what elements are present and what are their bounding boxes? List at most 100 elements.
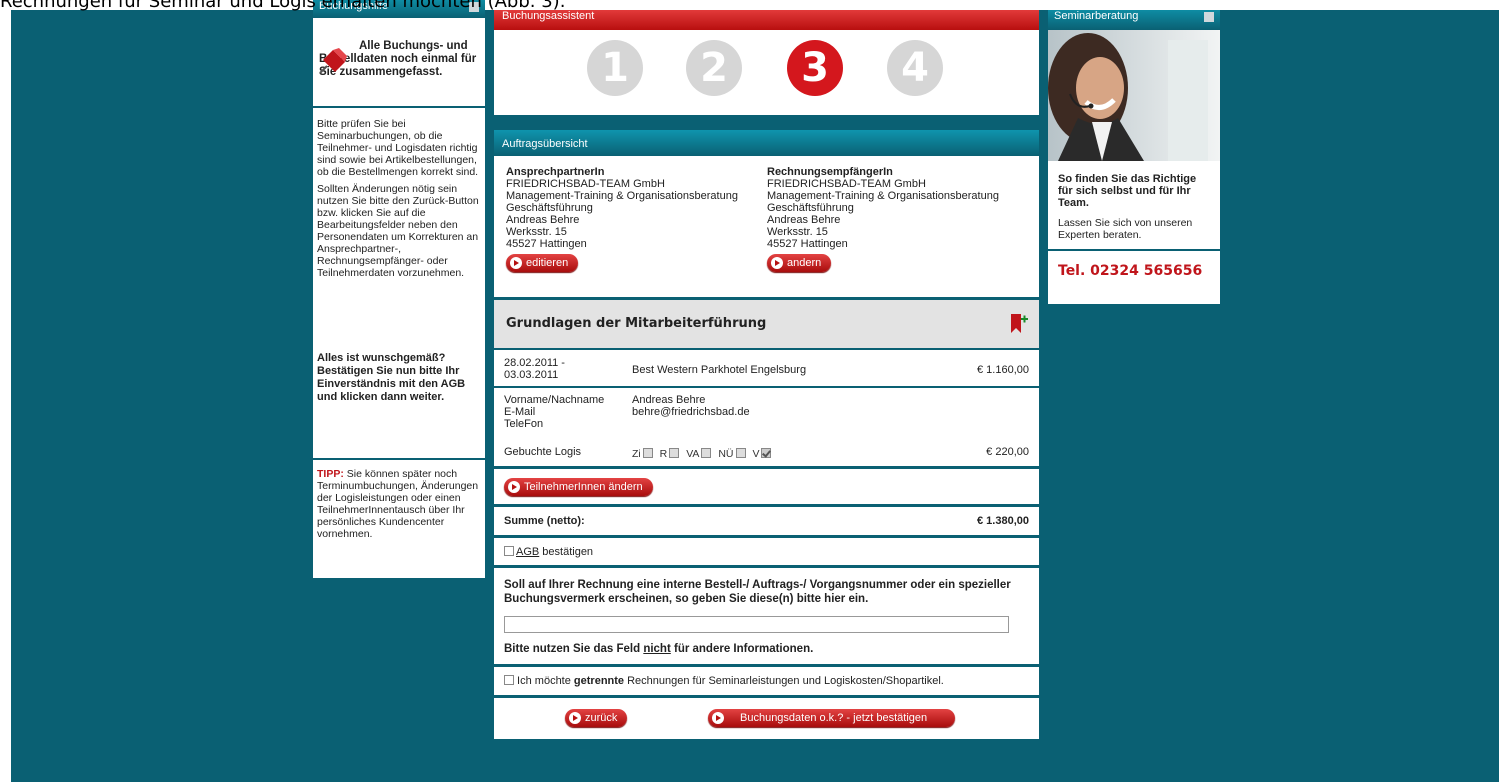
note-emphasis: nicht [643, 643, 671, 655]
booking-help-panel: Buchungshilfe Alle Buchungs- und Bestell… [313, 0, 485, 578]
seminar-hotel: Best Western Parkhotel Engelsburg [632, 364, 807, 376]
arrow-right-icon [510, 257, 522, 269]
agb-row: AGB bestätigen [494, 538, 1039, 565]
logis-zi-label: Zi [632, 448, 641, 460]
booking-help-confirm-note: Alles ist wunschgemäß? Bestätigen Sie nu… [313, 352, 485, 460]
order-number-section: Soll auf Ihrer Rechnung eine interne Bes… [494, 568, 1039, 664]
booking-assistant-panel: Buchungsassistent 1 2 3 4 Auftragsübersi… [494, 10, 1039, 757]
arrow-right-icon [712, 712, 724, 724]
order-number-note: Bitte nutzen Sie das Feld nicht für ande… [504, 643, 1029, 655]
agb-checkbox[interactable] [504, 546, 514, 556]
billing-heading: RechnungsempfängerIn [767, 166, 893, 178]
logis-v-checkbox[interactable] [761, 448, 772, 458]
sum-row: Summe (netto): € 1.380,00 [494, 507, 1039, 535]
contact-line: Geschäftsführung [506, 202, 593, 214]
billing-line: FRIEDRICHSBAD-TEAM GmbH [767, 178, 926, 190]
step-4[interactable]: 4 [887, 40, 943, 96]
confirm-booking-button[interactable]: Buchungsdaten o.k.? - jetzt bestätigen [708, 709, 956, 727]
change-participants-button[interactable]: TeilnehmerInnen ändern [504, 478, 653, 496]
navigation-row: zurück Buchungsdaten o.k.? - jetzt bestä… [494, 698, 1039, 739]
contact-block: AnsprechpartnerIn FRIEDRICHSBAD-TEAM Gmb… [506, 166, 766, 272]
pushpin-icon [319, 48, 347, 74]
logis-va-label: VA [686, 448, 700, 460]
seminar-date: 28.02.2011 - 03.03.2011 [504, 357, 565, 381]
assistant-header: Buchungsassistent [494, 10, 1039, 30]
contact-line: FRIEDRICHSBAD-TEAM GmbH [506, 178, 665, 190]
contact-line: 45527 Hattingen [506, 238, 587, 250]
seminar-price: € 1.160,00 [977, 364, 1029, 376]
agb-link[interactable]: AGB [516, 546, 539, 558]
name-value: Andreas Behre [632, 394, 706, 406]
order-overview-header: Auftragsübersicht [494, 130, 1039, 156]
logis-v-label: V [752, 448, 760, 460]
contact-line: Werksstr. 15 [506, 226, 567, 238]
edit-billing-label: andern [787, 257, 822, 269]
phone-label: TeleFon [504, 418, 544, 430]
logis-r-checkbox[interactable] [669, 448, 680, 458]
agb-label: bestätigen [539, 546, 594, 558]
booking-help-tip: TIPP: Sie können später noch Terminumbuc… [313, 460, 485, 540]
back-label: zurück [585, 712, 618, 724]
logis-options: Zi R VA NÜ V [632, 448, 775, 460]
contact-line: Management-Training & Organisationsberat… [506, 190, 738, 202]
edit-contact-button[interactable]: editieren [506, 254, 579, 272]
participant-labels: Vorname/Nachname E-Mail TeleFon [504, 394, 604, 430]
step-3-active[interactable]: 3 [787, 40, 843, 96]
separate-invoice-pre: Ich möchte [514, 675, 574, 687]
participants-button-row: TeilnehmerInnen ändern [494, 469, 1039, 504]
billing-line: Werksstr. 15 [767, 226, 828, 238]
logis-zi-checkbox[interactable] [642, 448, 653, 458]
bookmark-add-icon[interactable] [1009, 313, 1029, 335]
participant-values: Andreas Behre behre@friedrichsbad.de [632, 394, 750, 418]
page-caption: Rechnungen für Seminar und Logis erhalte… [0, 0, 566, 12]
logis-nu-checkbox[interactable] [735, 448, 746, 458]
tip-label: TIPP: [317, 468, 344, 480]
collapse-icon[interactable] [1204, 12, 1214, 22]
step-indicator: 1 2 3 4 [494, 30, 1039, 115]
logis-nu-label: NÜ [718, 448, 734, 460]
separate-invoice-checkbox[interactable] [504, 675, 514, 685]
arrow-right-icon [508, 481, 520, 493]
edit-billing-button[interactable]: andern [767, 254, 832, 272]
name-label: Vorname/Nachname [504, 394, 605, 406]
seminar-date-row: 28.02.2011 - 03.03.2011 Best Western Par… [494, 350, 1039, 386]
email-value: behre@friedrichsbad.de [632, 406, 750, 418]
order-number-input[interactable] [504, 616, 1009, 633]
billing-line: Geschäftsführung [767, 202, 854, 214]
contact-line: Andreas Behre [506, 214, 580, 226]
arrow-right-icon [569, 712, 581, 724]
participant-section: Vorname/Nachname E-Mail TeleFon Andreas … [494, 388, 1039, 466]
change-participants-label: TeilnehmerInnen ändern [524, 481, 643, 493]
seminar-advice-text: Lassen Sie sich von unseren Experten ber… [1048, 209, 1220, 251]
booking-help-body: Bitte prüfen Sie bei Seminarbuchungen, o… [313, 108, 485, 352]
billing-line: Andreas Behre [767, 214, 841, 226]
seminar-title: Grundlagen der Mitarbeiterführung [506, 316, 767, 331]
sum-value: € 1.380,00 [977, 515, 1029, 527]
logis-price: € 220,00 [986, 446, 1029, 458]
seminar-advice-headline: So finden Sie das Richtige für sich selb… [1058, 173, 1197, 209]
note-post: für andere Informationen. [670, 643, 814, 655]
billing-line: 45527 Hattingen [767, 238, 848, 250]
logis-r-label: R [659, 448, 668, 460]
back-button[interactable]: zurück [565, 709, 628, 727]
confirm-booking-label: Buchungsdaten o.k.? - jetzt bestätigen [740, 712, 928, 724]
logis-va-checkbox[interactable] [701, 448, 712, 458]
billing-block: RechnungsempfängerIn FRIEDRICHSBAD-TEAM … [767, 166, 1027, 272]
advice-phone[interactable]: Tel. 02324 565656 [1048, 251, 1220, 279]
logis-label: Gebuchte Logis [504, 446, 582, 458]
booking-help-intro: Alle Buchungs- und Bestelldaten noch ein… [313, 18, 485, 108]
edit-contact-label: editieren [526, 257, 569, 269]
seminar-advice-header: Seminarberatung [1048, 10, 1220, 30]
step-1[interactable]: 1 [587, 40, 643, 96]
separate-invoice-row: Ich möchte getrennte Rechnungen für Semi… [494, 667, 1039, 695]
order-number-question: Soll auf Ihrer Rechnung eine interne Bes… [504, 579, 1011, 605]
step-2[interactable]: 2 [686, 40, 742, 96]
contact-heading: AnsprechpartnerIn [506, 166, 605, 178]
separate-invoice-post: Rechnungen für Seminarleistungen und Log… [624, 675, 944, 687]
billing-line: Management-Training & Organisationsberat… [767, 190, 999, 202]
seminar-title-bar: Grundlagen der Mitarbeiterführung [494, 300, 1039, 348]
separate-invoice-bold: getrennte [573, 675, 625, 687]
seminar-advice-panel: Seminarberatung So finden Sie das Richti… [1048, 10, 1220, 304]
arrow-right-icon [771, 257, 783, 269]
email-label: E-Mail [504, 406, 536, 418]
